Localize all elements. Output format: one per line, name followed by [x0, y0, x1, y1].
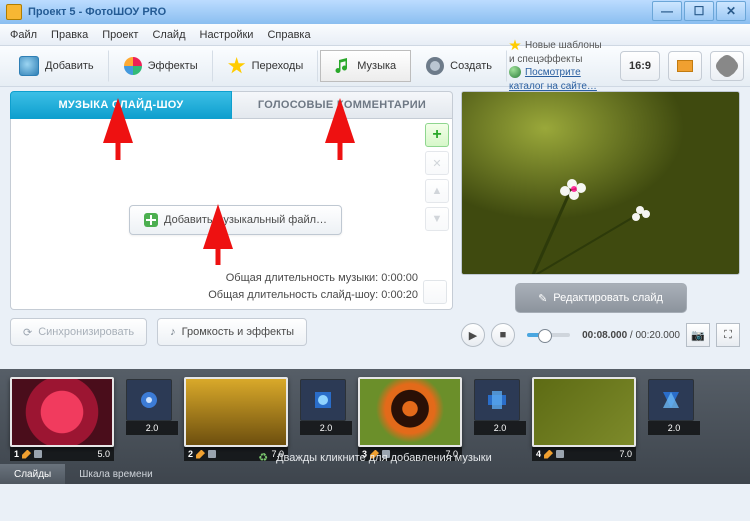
menu-help[interactable]: Справка [267, 29, 310, 41]
snapshot-button[interactable]: 📷 [686, 323, 710, 347]
transition-duration: 2.0 [126, 421, 178, 435]
effects-button[interactable]: Эффекты [111, 50, 213, 82]
tab-music-slideshow[interactable]: МУЗЫКА СЛАЙД-ШОУ [10, 91, 232, 119]
tab-timescale-view[interactable]: Шкала времени [65, 464, 166, 484]
transition-2[interactable]: 2.0 [300, 377, 346, 421]
play-button[interactable]: ▶ [461, 323, 485, 347]
tab-voice-comments[interactable]: ГОЛОСОВЫЕ КОММЕНТАРИИ [232, 91, 453, 119]
music-panel: МУЗЫКА СЛАЙД-ШОУ ГОЛОСОВЫЕ КОММЕНТАРИИ +… [0, 87, 459, 369]
timeline-strip[interactable]: 15.0 2.0 27.0 2.0 37.0 2.0 47.0 [0, 369, 750, 457]
edit-slide-button[interactable]: ✎ Редактировать слайд [515, 283, 687, 313]
transition-4[interactable]: 2.0 [648, 377, 694, 421]
clip-2[interactable]: 27.0 [184, 377, 288, 447]
globe-icon [509, 66, 521, 78]
refresh-icon: ♻ [258, 451, 268, 464]
window-buttons: — ☐ ✕ [652, 1, 746, 21]
main-toolbar: Добавить Эффекты Переходы Музыка Создать… [0, 46, 750, 87]
transitions-button[interactable]: Переходы [215, 50, 319, 82]
app-icon [6, 4, 22, 20]
menu-edit[interactable]: Правка [51, 29, 88, 41]
remove-track-button[interactable]: ✕ [425, 151, 449, 175]
add-music-file-button[interactable]: Добавить музыкальный файл… [129, 205, 342, 235]
transition-thumb [300, 379, 346, 421]
clip-1[interactable]: 15.0 [10, 377, 114, 447]
transition-thumb [648, 379, 694, 421]
transition-thumb [474, 379, 520, 421]
settings-button[interactable] [710, 51, 744, 81]
sub-tabs: МУЗЫКА СЛАЙД-ШОУ ГОЛОСОВЫЕ КОММЕНТАРИИ [10, 91, 453, 119]
fullscreen-button[interactable]: ⛶ [716, 323, 740, 347]
header-right: Новые шаблоны и спецэффекты Посмотрите к… [509, 39, 744, 93]
duration-stats: Общая длительность музыки: 0:00:00 Общая… [208, 270, 418, 303]
camera-icon [19, 56, 39, 76]
move-up-button[interactable]: ▲ [425, 179, 449, 203]
tab-slides-view[interactable]: Слайды [0, 464, 65, 484]
clip-thumb [532, 377, 636, 447]
add-button[interactable]: Добавить [6, 50, 109, 82]
create-button[interactable]: Создать [413, 50, 507, 82]
plus-icon [144, 213, 158, 227]
side-controls: + ✕ ▲ ▼ [425, 123, 449, 231]
menu-slide[interactable]: Слайд [152, 29, 185, 41]
preview-pane: ✎ Редактировать слайд ▶ ■ 00:08.000 / 00… [459, 87, 750, 369]
music-track-hint[interactable]: ♻ Дважды кликните для добавления музыки [0, 451, 750, 464]
transition-duration: 2.0 [648, 421, 700, 435]
panel-bottom-buttons: ⟳Синхронизировать ♪Громкость и эффекты [10, 318, 453, 346]
swatch-icon [677, 60, 693, 72]
clip-3[interactable]: 37.0 [358, 377, 462, 447]
minimize-button[interactable]: — [652, 1, 682, 21]
transition-thumb [126, 379, 172, 421]
menu-settings[interactable]: Настройки [200, 29, 254, 41]
preview-image [462, 92, 739, 274]
theme-button[interactable] [668, 51, 702, 81]
magic-wand-button[interactable] [423, 280, 447, 304]
transition-1[interactable]: 2.0 [126, 377, 172, 421]
time-display: 00:08.000 / 00:20.000 [582, 330, 680, 341]
playback-controls: ▶ ■ 00:08.000 / 00:20.000 📷 ⛶ [461, 323, 740, 347]
film-reel-icon [426, 57, 444, 75]
preview-canvas[interactable] [461, 91, 740, 275]
star-icon [509, 39, 521, 51]
star-icon [228, 57, 246, 75]
window-title: Проект 5 - ФотоШОУ PRO [28, 6, 166, 18]
clip-4[interactable]: 47.0 [532, 377, 636, 447]
transition-duration: 2.0 [474, 421, 526, 435]
workspace: МУЗЫКА СЛАЙД-ШОУ ГОЛОСОВЫЕ КОММЕНТАРИИ +… [0, 87, 750, 369]
pencil-icon: ✎ [538, 292, 547, 305]
gear-icon [719, 58, 735, 74]
music-note-icon [333, 57, 351, 75]
clip-thumb [358, 377, 462, 447]
aspect-button[interactable]: 16:9 [620, 51, 660, 81]
seek-bar[interactable] [527, 333, 570, 337]
title-bar: Проект 5 - ФотоШОУ PRO — ☐ ✕ [0, 0, 750, 24]
music-button[interactable]: Музыка [320, 50, 411, 82]
transition-duration: 2.0 [300, 421, 352, 435]
maximize-button[interactable]: ☐ [684, 1, 714, 21]
close-button[interactable]: ✕ [716, 1, 746, 21]
menu-project[interactable]: Проект [102, 29, 138, 41]
clip-thumb [10, 377, 114, 447]
palette-icon [124, 57, 142, 75]
clip-thumb [184, 377, 288, 447]
volume-effects-button[interactable]: ♪Громкость и эффекты [157, 318, 307, 346]
transition-3[interactable]: 2.0 [474, 377, 520, 421]
move-down-button[interactable]: ▼ [425, 207, 449, 231]
promo-box: Новые шаблоны и спецэффекты Посмотрите к… [509, 39, 606, 93]
menu-file[interactable]: Файл [10, 29, 37, 41]
sync-button[interactable]: ⟳Синхронизировать [10, 318, 147, 346]
add-track-button[interactable]: + [425, 123, 449, 147]
timeline-view-tabs: Слайды Шкала времени [0, 464, 167, 484]
stop-button[interactable]: ■ [491, 323, 515, 347]
timeline: 15.0 2.0 27.0 2.0 37.0 2.0 47.0 [0, 369, 750, 484]
music-list-panel: + ✕ ▲ ▼ Добавить музыкальный файл… Общая… [10, 119, 453, 310]
